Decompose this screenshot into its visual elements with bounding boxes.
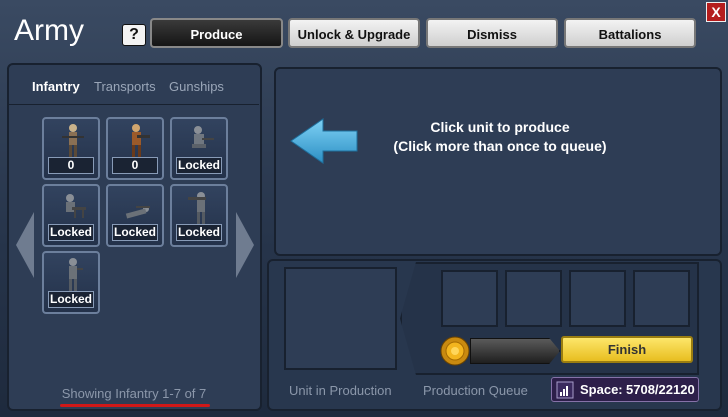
- space-value: 5708/22120: [626, 382, 695, 397]
- unit-status: Locked: [176, 157, 222, 174]
- soldier-crouch-icon: [192, 126, 214, 148]
- gear-coin-icon: [440, 336, 470, 366]
- hint-line-2: (Click more than once to queue): [393, 138, 607, 154]
- close-button[interactable]: X: [706, 2, 726, 22]
- soldier-officer-icon: [69, 258, 83, 291]
- queue-slot: [505, 270, 562, 327]
- unit-category-tabs: Infantry Transports Gunships: [9, 73, 259, 103]
- tab-unlock-upgrade[interactable]: Unlock & Upgrade: [288, 18, 420, 48]
- unit-cell[interactable]: Locked: [42, 251, 100, 314]
- soldier-rocket-icon: [188, 192, 206, 224]
- signal-bars-icon: [556, 381, 574, 399]
- space-label: Space:: [580, 382, 623, 397]
- unit-cell[interactable]: 0: [42, 117, 100, 180]
- subtab-infantry[interactable]: Infantry: [32, 79, 80, 94]
- prev-page-arrow[interactable]: [16, 212, 34, 278]
- tab-dismiss[interactable]: Dismiss: [426, 18, 558, 48]
- showing-count-text: Showing Infantry 1-7 of 7: [61, 386, 207, 401]
- production-queue-label: Production Queue: [423, 383, 528, 398]
- hint-line-1: Click unit to produce: [430, 119, 570, 135]
- queue-slot: [441, 270, 498, 327]
- soldier-prone-icon: [125, 206, 150, 219]
- finish-button[interactable]: Finish: [561, 336, 693, 363]
- tab-produce[interactable]: Produce: [150, 18, 283, 48]
- unit-status: Locked: [48, 291, 94, 308]
- unit-cell[interactable]: Locked: [170, 184, 228, 247]
- soldier-rifle-icon: [62, 124, 84, 157]
- unit-status: Locked: [112, 224, 158, 241]
- unit-count: 0: [48, 157, 94, 174]
- subtab-gunships[interactable]: Gunships: [169, 79, 224, 94]
- unit-in-production-label: Unit in Production: [289, 383, 392, 398]
- unit-cell[interactable]: Locked: [42, 184, 100, 247]
- production-progress-bar: [470, 338, 560, 364]
- queue-slot: [633, 270, 690, 327]
- soldier-machinegun-icon: [66, 194, 86, 218]
- army-window: Army ? X Produce Unlock & Upgrade Dismis…: [0, 0, 728, 417]
- produce-hint: Click unit to produce (Click more than o…: [370, 118, 630, 156]
- subtab-transports[interactable]: Transports: [94, 79, 156, 94]
- unit-count: 0: [112, 157, 158, 174]
- unit-cell[interactable]: Locked: [106, 184, 164, 247]
- unit-status: Locked: [48, 224, 94, 241]
- space-indicator: Space: 5708/22120: [551, 377, 699, 402]
- underline-annotation: [60, 404, 210, 407]
- soldier-gunner-icon: [132, 124, 150, 157]
- subtabs-divider: [9, 104, 259, 105]
- next-page-arrow[interactable]: [236, 212, 254, 278]
- unit-in-production-slot: [284, 267, 397, 370]
- help-button[interactable]: ?: [122, 24, 146, 46]
- unit-cell[interactable]: 0: [106, 117, 164, 180]
- left-arrow-icon: [290, 118, 358, 164]
- tab-battalions[interactable]: Battalions: [564, 18, 696, 48]
- unit-status: Locked: [176, 224, 222, 241]
- window-title: Army: [14, 14, 84, 47]
- queue-slot: [569, 270, 626, 327]
- unit-cell[interactable]: Locked: [170, 117, 228, 180]
